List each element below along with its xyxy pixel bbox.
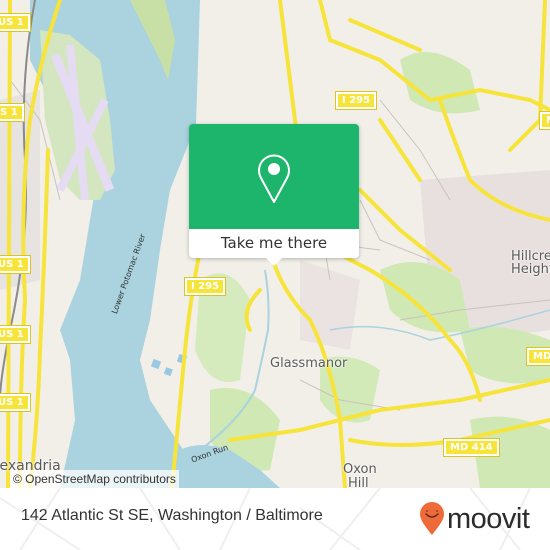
road-shield-md: MD — [525, 347, 550, 366]
map-attribution[interactable]: © OpenStreetMap contributors — [10, 470, 179, 488]
popup-pointer — [266, 258, 282, 266]
moovit-logo[interactable]: moovit — [419, 502, 530, 536]
moovit-wordmark: moovit — [447, 503, 530, 535]
road-shield-us1: US 1 — [0, 103, 25, 122]
road-shield-i295: I 295 — [183, 277, 227, 296]
place-label-hillcrest-2: Heights — [511, 262, 550, 277]
road-shield-i295: I 295 — [334, 91, 378, 110]
road-shield-us1: US 1 — [0, 13, 31, 32]
road-shield-us1: US 1 — [0, 325, 31, 344]
take-me-there-button[interactable]: Take me there — [189, 229, 359, 258]
place-label-oxon-hill-2: Hill — [348, 476, 369, 489]
address-text: 142 Atlantic St SE, Washington / Baltimo… — [21, 507, 323, 524]
place-label-oxon-hill: Oxon — [343, 462, 377, 477]
location-popup: Take me there — [189, 124, 359, 266]
road-shield-us1: US 1 — [0, 393, 31, 412]
map-view[interactable]: I 295 I 295 US 1 US 1 US 1 US 1 US 1 MD … — [0, 0, 550, 488]
popup-header — [189, 124, 359, 229]
moovit-pin-icon — [420, 502, 444, 535]
road-shield-us1: US 1 — [0, 255, 31, 274]
road-shield-md: M — [539, 111, 550, 130]
place-label-glassmanor: Glassmanor — [270, 356, 348, 371]
road-shield-md414: MD 414 — [443, 438, 500, 457]
map-pin-icon — [258, 154, 290, 203]
